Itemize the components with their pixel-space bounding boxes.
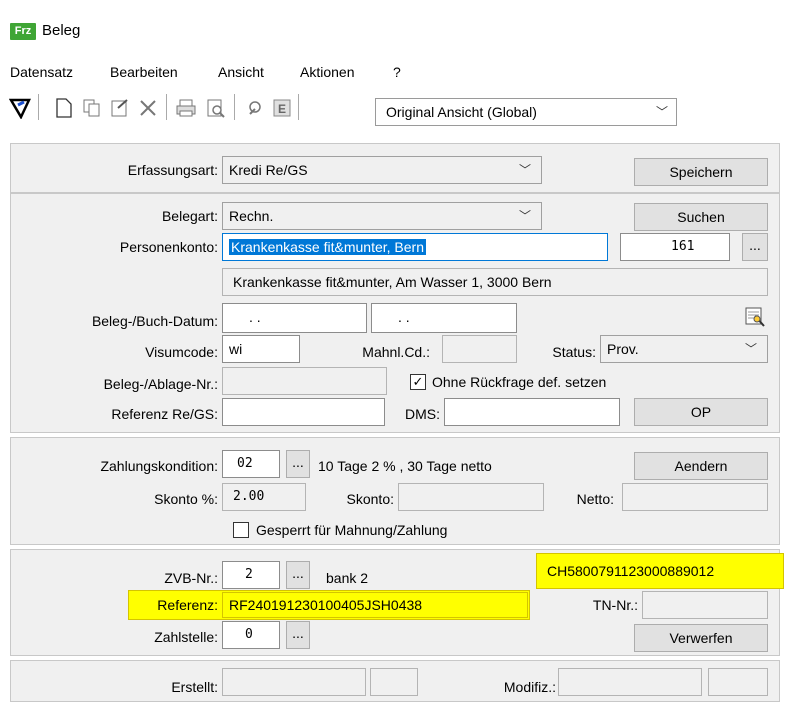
zahlungskondition-browse-button[interactable]: ... xyxy=(286,450,310,478)
personenkonto-label: Personenkonto: xyxy=(119,239,218,255)
erfassungsart-value: Kredi Re/GS xyxy=(229,162,308,178)
window-title: Beleg xyxy=(42,22,81,39)
suchen-button[interactable]: Suchen xyxy=(634,203,768,231)
e-icon[interactable]: E xyxy=(270,96,294,120)
dms-input[interactable] xyxy=(444,398,620,426)
menu-ansicht[interactable]: Ansicht xyxy=(218,64,264,80)
view-select-value: Original Ansicht (Global) xyxy=(386,104,537,120)
beleg-datum-input[interactable]: . . xyxy=(222,303,367,333)
chevron-down-icon: ﹀ xyxy=(655,105,668,119)
modifiz-input xyxy=(558,668,702,696)
filter-icon[interactable] xyxy=(8,96,32,120)
menu-bar: Datensatz Bearbeiten Ansicht Aktionen ? xyxy=(0,60,812,84)
dms-label: DMS: xyxy=(405,406,440,422)
toolbar-separator xyxy=(234,94,235,120)
chevron-down-icon: ﹀ xyxy=(518,163,531,177)
gesperrt-label: Gesperrt für Mahnung/Zahlung xyxy=(256,522,448,538)
netto-input xyxy=(622,483,768,511)
print-icon[interactable] xyxy=(174,96,198,120)
print-preview-icon[interactable] xyxy=(204,96,228,120)
status-value: Prov. xyxy=(607,341,639,357)
verwerfen-button[interactable]: Verwerfen xyxy=(634,624,768,652)
menu-aktionen[interactable]: Aktionen xyxy=(300,64,354,80)
belegart-label: Belegart: xyxy=(161,208,218,224)
new-document-icon[interactable] xyxy=(52,96,76,120)
gesperrt-checkbox[interactable] xyxy=(233,522,249,538)
erstellt-time-input xyxy=(370,668,418,696)
visumcode-input[interactable]: wi xyxy=(222,335,300,363)
skonto-input xyxy=(398,483,544,511)
status-label: Status: xyxy=(552,344,596,360)
op-button[interactable]: OP xyxy=(634,398,768,426)
tn-input xyxy=(642,591,768,619)
datum-label: Beleg-/Buch-Datum: xyxy=(91,313,218,329)
chevron-down-icon: ﹀ xyxy=(518,209,531,223)
zvb-text: bank 2 xyxy=(326,570,369,586)
skonto-pct-label: Skonto %: xyxy=(154,491,218,507)
mahnl-input[interactable] xyxy=(442,335,517,363)
referenz-regs-label: Referenz Re/GS: xyxy=(111,406,218,422)
skonto-label: Skonto: xyxy=(346,491,394,507)
referenz-regs-input[interactable] xyxy=(222,398,385,426)
speichern-button[interactable]: Speichern xyxy=(634,158,768,186)
modifiz-time-input xyxy=(708,668,768,696)
zvb-browse-button[interactable]: ... xyxy=(286,561,310,589)
menu-bearbeiten[interactable]: Bearbeiten xyxy=(110,64,178,80)
netto-label: Netto: xyxy=(576,491,614,507)
title-bar: Frz Beleg xyxy=(0,0,812,60)
mahnl-label: Mahnl.Cd.: xyxy=(362,344,430,360)
properties-icon[interactable] xyxy=(108,96,132,120)
zahlungskondition-text: 10 Tage 2 % , 30 Tage netto xyxy=(318,458,492,474)
chevron-down-icon: ﹀ xyxy=(744,342,757,356)
delete-icon[interactable] xyxy=(136,96,160,120)
copy-icon[interactable] xyxy=(80,96,104,120)
buch-datum-input[interactable]: . . xyxy=(371,303,517,333)
menu-help[interactable]: ? xyxy=(393,64,401,80)
personenkonto-value: Krankenkasse fit&munter, Bern xyxy=(229,239,426,255)
ohne-rueckfrage-checkbox[interactable]: ✓ xyxy=(410,374,426,390)
erstellt-input xyxy=(222,668,366,696)
iban-field[interactable]: CH5800791123000889012 xyxy=(536,553,784,589)
aendern-button[interactable]: Aendern xyxy=(634,452,768,480)
konto-number-field[interactable]: 161 xyxy=(620,233,730,261)
zahlungskondition-input[interactable]: 02 xyxy=(222,450,280,478)
toolbar-separator xyxy=(38,94,39,120)
erfassungsart-label: Erfassungsart: xyxy=(127,162,218,178)
konto-browse-button[interactable]: ... xyxy=(742,233,768,261)
view-select[interactable]: Original Ansicht (Global) ﹀ xyxy=(375,98,677,126)
erstellt-label: Erstellt: xyxy=(171,679,218,695)
ablage-input xyxy=(222,367,387,395)
zvb-label: ZVB-Nr.: xyxy=(164,570,218,586)
app-icon: Frz xyxy=(10,23,36,40)
ablage-label: Beleg-/Ablage-Nr.: xyxy=(103,376,218,392)
address-field: Krankenkasse fit&munter, Am Wasser 1, 30… xyxy=(222,268,768,296)
referenz-label: Referenz: xyxy=(157,597,218,613)
visumcode-label: Visumcode: xyxy=(145,344,218,360)
ohne-rueckfrage-label: Ohne Rückfrage def. setzen xyxy=(432,374,607,390)
toolbar-separator xyxy=(166,94,167,120)
zahlungskondition-label: Zahlungskondition: xyxy=(100,458,218,474)
tn-label: TN-Nr.: xyxy=(592,597,638,613)
zahlstelle-label: Zahlstelle: xyxy=(154,629,218,645)
menu-datensatz[interactable]: Datensatz xyxy=(10,64,73,80)
belegart-select[interactable]: Rechn. ﹀ xyxy=(222,202,542,230)
svg-text:E: E xyxy=(278,102,286,116)
status-select[interactable]: Prov. ﹀ xyxy=(600,335,768,363)
modifiz-label: Modifiz.: xyxy=(503,679,556,695)
zahlstelle-input[interactable]: 0 xyxy=(222,621,280,649)
zvb-input[interactable]: 2 xyxy=(222,561,280,589)
tool-icon[interactable] xyxy=(244,96,268,120)
personenkonto-input[interactable]: Krankenkasse fit&munter, Bern xyxy=(222,233,608,261)
toolbar-separator xyxy=(298,94,299,120)
referenz-input[interactable]: RF240191230100405JSH0438 xyxy=(222,592,528,618)
skonto-pct-input: 2.00 xyxy=(222,483,306,511)
calendar-icon[interactable] xyxy=(744,306,766,328)
erfassungsart-select[interactable]: Kredi Re/GS ﹀ xyxy=(222,156,542,184)
zahlstelle-browse-button[interactable]: ... xyxy=(286,621,310,649)
belegart-value: Rechn. xyxy=(229,208,274,224)
